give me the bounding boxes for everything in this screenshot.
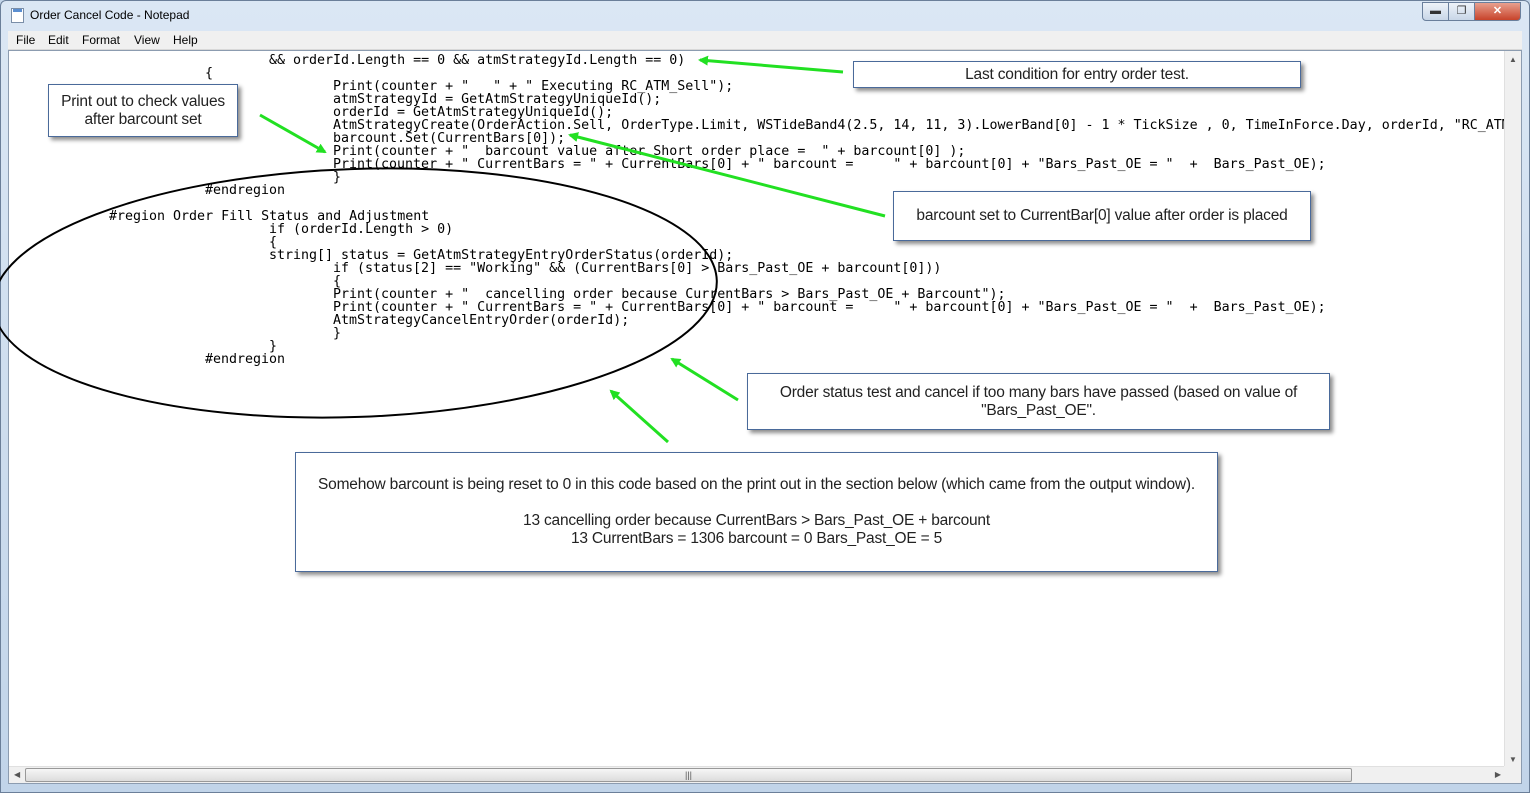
callout-text: Order status test and cancel if too many… bbox=[779, 383, 1298, 401]
code-line: if (status[2] == "Working" && (CurrentBa… bbox=[333, 261, 942, 276]
code-line: #endregion bbox=[205, 352, 286, 367]
window-title: Order Cancel Code - Notepad bbox=[30, 8, 190, 22]
title-bar[interactable]: Order Cancel Code - Notepad ▬ ❐ ✕ bbox=[1, 1, 1529, 30]
horizontal-scrollbar[interactable]: ◀ ||| ▶ bbox=[9, 766, 1506, 783]
code-line: && orderId.Length == 0 && atmStrategyId.… bbox=[269, 53, 686, 68]
menu-format[interactable]: Format bbox=[82, 33, 120, 47]
callout-barcount-set: barcount set to CurrentBar[0] value afte… bbox=[893, 191, 1311, 241]
callout-text: 13 CurrentBars = 1306 barcount = 0 Bars_… bbox=[570, 530, 943, 547]
notepad-icon bbox=[11, 8, 24, 23]
menu-file[interactable]: File bbox=[16, 33, 35, 47]
code-line: #endregion bbox=[205, 183, 286, 198]
code-line: if (orderId.Length > 0) bbox=[269, 222, 454, 237]
callout-text: Last condition for entry order test. bbox=[965, 65, 1189, 83]
callout-text: Print out to check values bbox=[61, 92, 225, 110]
scroll-up-icon[interactable]: ▲ bbox=[1509, 55, 1517, 64]
menu-edit[interactable]: Edit bbox=[48, 33, 69, 47]
vertical-scrollbar[interactable]: ▲ ▼ bbox=[1504, 51, 1521, 768]
callout-text: 13 cancelling order because CurrentBars … bbox=[523, 512, 990, 529]
callout-order-status: Order status test and cancel if too many… bbox=[747, 373, 1330, 430]
code-line: { bbox=[205, 66, 214, 81]
callout-text: barcount set to CurrentBar[0] value afte… bbox=[916, 207, 1288, 224]
close-button[interactable]: ✕ bbox=[1474, 2, 1521, 21]
menu-view[interactable]: View bbox=[134, 33, 160, 47]
maximize-button[interactable]: ❐ bbox=[1448, 2, 1475, 21]
minimize-button[interactable]: ▬ bbox=[1422, 2, 1449, 21]
callout-text: "Bars_Past_OE". bbox=[981, 401, 1096, 419]
code-line: } bbox=[333, 170, 342, 185]
scroll-left-icon[interactable]: ◀ bbox=[14, 770, 20, 779]
scroll-corner bbox=[1504, 766, 1521, 783]
callout-last-condition: Last condition for entry order test. bbox=[853, 61, 1301, 88]
callout-reset-note: Somehow barcount is being reset to 0 in … bbox=[295, 452, 1218, 572]
menu-bar: File Edit Format View Help bbox=[8, 31, 1522, 50]
callout-text: Somehow barcount is being reset to 0 in … bbox=[318, 476, 1195, 493]
code-line: } bbox=[333, 326, 342, 341]
menu-help[interactable]: Help bbox=[173, 33, 198, 47]
scroll-down-icon[interactable]: ▼ bbox=[1509, 755, 1517, 764]
callout-print-out: Print out to check values after barcount… bbox=[48, 84, 238, 137]
scroll-right-icon[interactable]: ▶ bbox=[1495, 770, 1501, 779]
scroll-thumb[interactable]: ||| bbox=[25, 768, 1352, 782]
code-line: Print(counter + " CurrentBars = " + Curr… bbox=[333, 157, 1326, 172]
callout-text: after barcount set bbox=[84, 110, 202, 128]
code-line: AtmStrategyCancelEntryOrder(orderId); bbox=[333, 313, 630, 328]
